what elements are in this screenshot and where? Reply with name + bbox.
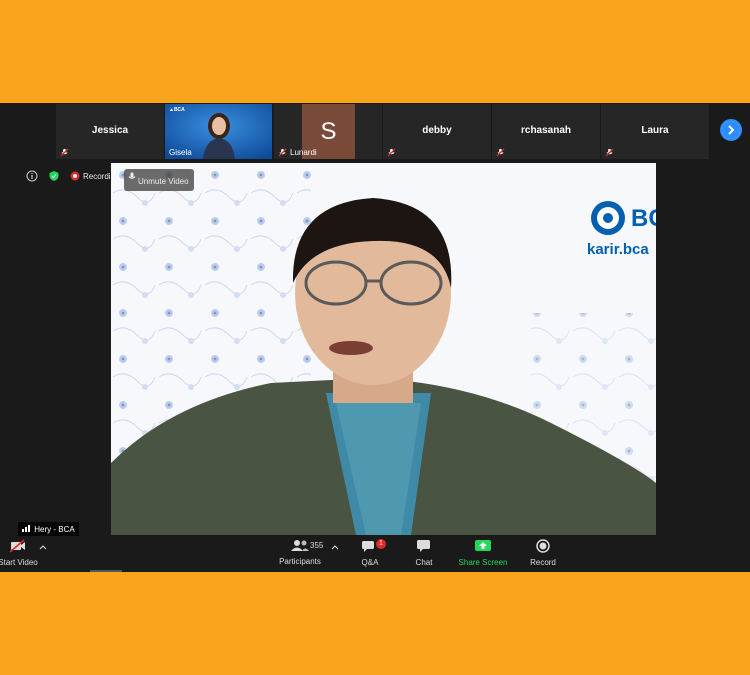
participant-tile-debby[interactable]: debby xyxy=(383,104,491,159)
mic-muted-icon xyxy=(387,148,396,157)
mic-icon xyxy=(128,172,136,179)
participant-tile-gisela[interactable]: ▲BCA Gisela xyxy=(165,104,272,159)
qa-badge: 1 xyxy=(376,539,386,549)
unmute-video-pill[interactable]: Unmute Video xyxy=(124,169,194,191)
share-screen-button[interactable]: Share Screen xyxy=(458,539,508,567)
share-screen-icon xyxy=(475,540,491,551)
record-icon xyxy=(536,539,550,553)
unmute-label: Unmute Video xyxy=(138,177,189,186)
participant-name: Laura xyxy=(641,125,669,136)
svg-text:▲BCA: ▲BCA xyxy=(169,107,185,113)
site-text: karir.bca xyxy=(587,241,649,258)
share-screen-label: Share Screen xyxy=(458,558,508,567)
chevron-up-icon[interactable] xyxy=(39,544,47,550)
participant-tile-jessica[interactable]: Jessica xyxy=(56,104,164,159)
zoom-window: Jessica ▲BCA Gisela S Lunardi debby rcha… xyxy=(0,103,750,572)
participant-name: rchasanah xyxy=(520,125,572,136)
start-video-label: Start Video xyxy=(0,558,38,567)
speaker-name-tag: Hery - BCA xyxy=(18,522,79,536)
meeting-toolbar: Start Video Participants 355 Q&A 1 Chat … xyxy=(0,536,750,572)
participant-name: Gisela xyxy=(169,148,192,157)
mic-muted-icon xyxy=(278,148,287,157)
recording-icon xyxy=(70,171,80,181)
participant-tile-rchasanah[interactable]: rchasanah xyxy=(492,104,600,159)
participant-tile-lunardi[interactable]: S Lunardi xyxy=(274,104,382,159)
mic-muted-icon xyxy=(60,148,69,157)
chat-icon xyxy=(417,540,430,552)
shield-icon[interactable] xyxy=(48,170,60,182)
chevron-right-icon xyxy=(722,121,740,139)
record-button[interactable]: Record xyxy=(528,539,558,567)
mic-muted-icon xyxy=(496,148,505,157)
chat-button[interactable]: Chat xyxy=(410,539,438,567)
scrollbar[interactable] xyxy=(90,570,122,572)
chat-label: Chat xyxy=(415,558,433,567)
active-speaker-video: karir.bca BC xyxy=(111,163,656,535)
participant-name: Lunardi xyxy=(290,148,317,157)
participant-tile-laura[interactable]: Laura xyxy=(601,104,709,159)
record-label: Record xyxy=(530,558,556,567)
next-page-button[interactable] xyxy=(720,119,742,141)
speaker-video-image xyxy=(111,163,656,535)
signal-bars-icon xyxy=(22,525,30,532)
participant-count: 355 xyxy=(310,541,324,550)
participants-icon xyxy=(291,540,309,551)
participant-strip: Jessica ▲BCA Gisela S Lunardi debby rcha… xyxy=(0,103,750,160)
info-icon[interactable] xyxy=(26,170,38,182)
brand-logo-text: BC xyxy=(631,205,656,232)
speaker-name: Hery - BCA xyxy=(34,525,75,534)
chevron-up-icon[interactable] xyxy=(331,544,339,550)
video-off-icon xyxy=(9,539,25,553)
start-video-button[interactable]: Start Video xyxy=(0,539,38,567)
participants-label: Participants xyxy=(279,557,321,566)
participant-name: Jessica xyxy=(91,125,129,136)
participant-name: debby xyxy=(422,125,452,136)
mic-muted-icon xyxy=(605,148,614,157)
qa-label: Q&A xyxy=(361,558,379,567)
